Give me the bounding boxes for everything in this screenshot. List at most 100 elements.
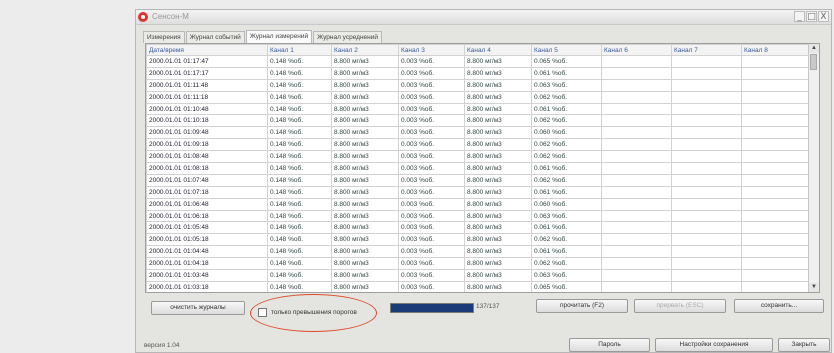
channel-value-cell: 8.800 мг/м3 — [331, 126, 399, 140]
channel-value-cell — [741, 233, 811, 247]
timestamp-cell: 2000.01.01 01:10:18 — [146, 114, 268, 128]
table-row[interactable]: 2000.01.01 01:05:48 0.148 %об. 8.800 мг/м3… — [146, 221, 811, 235]
clear-logs-button[interactable]: очистить журналы — [151, 301, 245, 315]
column-header[interactable]: Канал 4 — [464, 44, 532, 56]
timestamp-cell: 2000.01.01 01:11:48 — [146, 78, 268, 92]
maximize-button[interactable]: □ — [806, 11, 817, 22]
channel-value-cell: 8.800 мг/м3 — [331, 162, 399, 175]
channel-value-cell: 0.148 %об. — [267, 269, 332, 282]
channel-value-cell — [601, 197, 672, 211]
timestamp-cell: 2000.01.01 01:06:18 — [146, 209, 268, 223]
close-button[interactable]: Закрыть — [778, 338, 830, 352]
column-header[interactable]: Канал 3 — [398, 44, 465, 56]
minimize-button[interactable]: _ — [794, 11, 805, 22]
column-header[interactable]: Дата/время — [146, 44, 268, 56]
table-row[interactable]: 2000.01.01 01:17:17 0.148 %об. 8.800 мг/м3… — [146, 66, 811, 80]
table-row[interactable]: 2000.01.01 01:03:18 0.148 %об. 8.800 мг/м3… — [146, 280, 811, 292]
channel-value-cell: 8.800 мг/м3 — [331, 90, 399, 104]
table-row[interactable]: 2000.01.01 01:03:48 0.148 %об. 8.800 мг/м3… — [146, 269, 811, 282]
table-row[interactable]: 2000.01.01 01:06:48 0.148 %об. 8.800 мг/м3… — [146, 197, 811, 211]
measurement-log-table[interactable]: Дата/время Канал 1 Канал 2 Канал 3 Канал… — [145, 43, 820, 293]
scroll-down-icon[interactable]: ▼ — [809, 283, 819, 292]
exceed-thresholds-option[interactable]: только превышения порогов — [258, 306, 357, 318]
channel-value-cell: 0.003 %об. — [398, 257, 465, 271]
title-bar: Сенсон-М _ □ X — [136, 10, 831, 25]
channel-value-cell — [741, 209, 811, 223]
channel-value-cell — [601, 126, 672, 140]
channel-value-cell: 0.148 %об. — [267, 209, 332, 223]
channel-value-cell: 0.148 %об. — [267, 280, 332, 292]
channel-value-cell: 0.061 %об. — [531, 245, 602, 259]
timestamp-cell: 2000.01.01 01:06:48 — [146, 197, 268, 211]
column-header[interactable]: Канал 1 — [267, 44, 332, 56]
table-row[interactable]: 2000.01.01 01:09:18 0.148 %об. 8.800 мг/м3… — [146, 138, 811, 152]
channel-value-cell: 0.148 %об. — [267, 185, 332, 199]
channel-value-cell: 8.800 мг/м3 — [331, 257, 399, 271]
channel-value-cell — [671, 209, 742, 223]
channel-value-cell: 0.062 %об. — [531, 173, 602, 187]
exceed-thresholds-checkbox[interactable] — [258, 307, 267, 317]
timestamp-cell: 2000.01.01 01:04:18 — [146, 257, 268, 271]
channel-value-cell: 0.061 %об. — [531, 185, 602, 199]
channel-value-cell: 0.062 %об. — [531, 257, 602, 271]
table-row[interactable]: 2000.01.01 01:11:48 0.148 %об. 8.800 мг/м3… — [146, 78, 811, 92]
scroll-thumb[interactable] — [810, 54, 817, 70]
channel-value-cell: 0.148 %об. — [267, 221, 332, 235]
table-row[interactable]: 2000.01.01 01:07:18 0.148 %об. 8.800 мг/м3… — [146, 185, 811, 199]
save-settings-button[interactable]: Настройки сохранения — [655, 338, 773, 352]
channel-value-cell — [671, 138, 742, 152]
channel-value-cell: 0.003 %об. — [398, 197, 465, 211]
channel-value-cell: 8.800 мг/м3 — [464, 78, 532, 92]
column-header[interactable]: Канал 8 — [741, 44, 811, 56]
table-row[interactable]: 2000.01.01 01:10:48 0.148 %об. 8.800 мг/м3… — [146, 102, 811, 116]
channel-value-cell — [741, 114, 811, 128]
channel-value-cell — [741, 185, 811, 199]
table-row[interactable]: 2000.01.01 01:08:48 0.148 %об. 8.800 мг/м3… — [146, 150, 811, 164]
channel-value-cell — [741, 55, 811, 68]
scroll-up-icon[interactable]: ▲ — [809, 44, 819, 53]
timestamp-cell: 2000.01.01 01:08:48 — [146, 150, 268, 164]
channel-value-cell: 0.003 %об. — [398, 209, 465, 223]
channel-value-cell: 0.148 %об. — [267, 197, 332, 211]
column-header[interactable]: Канал 2 — [331, 44, 399, 56]
table-row[interactable]: 2000.01.01 01:06:18 0.148 %об. 8.800 мг/м3… — [146, 209, 811, 223]
tab-event-log[interactable]: Журнал событий — [185, 31, 245, 43]
vertical-scrollbar[interactable]: ▲ ▼ — [808, 44, 819, 292]
channel-value-cell: 8.800 мг/м3 — [464, 280, 532, 292]
timestamp-cell: 2000.01.01 01:11:18 — [146, 90, 268, 104]
channel-value-cell: 0.003 %об. — [398, 150, 465, 164]
channel-value-cell: 8.800 мг/м3 — [464, 90, 532, 104]
tab-measurements[interactable]: Измерения — [143, 31, 185, 43]
stop-button[interactable]: прервать (ESC) — [634, 299, 726, 313]
column-header[interactable]: Канал 6 — [601, 44, 672, 56]
table-row[interactable]: 2000.01.01 01:04:48 0.148 %об. 8.800 мг/м3… — [146, 245, 811, 259]
channel-value-cell: 8.800 мг/м3 — [331, 78, 399, 92]
channel-value-cell: 0.003 %об. — [398, 269, 465, 282]
read-progress-bar — [390, 303, 474, 313]
channel-value-cell: 8.800 мг/м3 — [331, 221, 399, 235]
close-window-button[interactable]: X — [818, 11, 829, 22]
channel-value-cell — [741, 245, 811, 259]
channel-value-cell: 8.800 мг/м3 — [464, 114, 532, 128]
channel-value-cell — [671, 126, 742, 140]
read-button[interactable]: прочитать (F2) — [536, 299, 628, 313]
table-row[interactable]: 2000.01.01 01:17:47 0.148 %об. 8.800 мг/м3… — [146, 55, 811, 68]
table-row[interactable]: 2000.01.01 01:10:18 0.148 %об. 8.800 мг/м3… — [146, 114, 811, 128]
table-row[interactable]: 2000.01.01 01:05:18 0.148 %об. 8.800 мг/м3… — [146, 233, 811, 247]
table-row[interactable]: 2000.01.01 01:08:18 0.148 %об. 8.800 мг/м3… — [146, 162, 811, 175]
channel-value-cell — [741, 162, 811, 175]
password-button[interactable]: Пароль — [569, 338, 650, 352]
table-row[interactable]: 2000.01.01 01:07:48 0.148 %об. 8.800 мг/м3… — [146, 173, 811, 187]
table-row[interactable]: 2000.01.01 01:09:48 0.148 %об. 8.800 мг/м3… — [146, 126, 811, 140]
column-header[interactable]: Канал 7 — [671, 44, 742, 56]
channel-value-cell — [671, 280, 742, 292]
tab-measurement-log[interactable]: Журнал измерений — [245, 30, 313, 43]
channel-value-cell: 8.800 мг/м3 — [464, 221, 532, 235]
table-row[interactable]: 2000.01.01 01:11:18 0.148 %об. 8.800 мг/м3… — [146, 90, 811, 104]
table-row[interactable]: 2000.01.01 01:04:18 0.148 %об. 8.800 мг/м3… — [146, 257, 811, 271]
save-button[interactable]: сохранить... — [734, 299, 824, 313]
channel-value-cell: 8.800 мг/м3 — [464, 233, 532, 247]
column-header[interactable]: Канал 5 — [531, 44, 602, 56]
tab-averaging-log[interactable]: Журнал усреднений — [313, 31, 383, 43]
version-label: версия 1.04 — [144, 342, 180, 349]
